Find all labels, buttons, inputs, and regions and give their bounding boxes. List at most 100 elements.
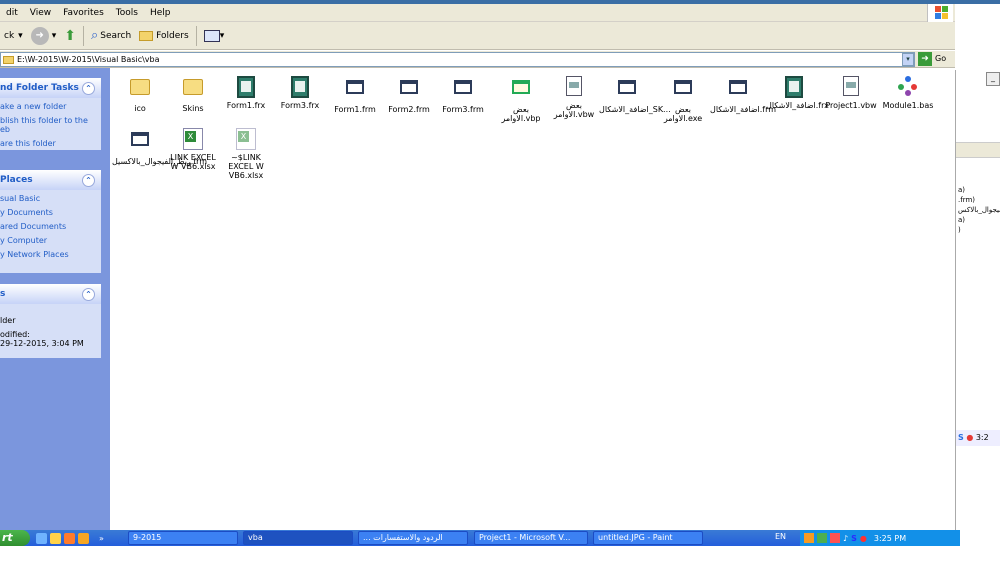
- clock-fragment: 3:2: [975, 433, 989, 442]
- file-item[interactable]: بعض الاوامر.vbp: [493, 76, 549, 123]
- search-button[interactable]: ⌕ Search: [87, 24, 135, 48]
- folder-tasks-panel: nd Folder Tasks ⌃ ake a new folder blish …: [0, 78, 101, 150]
- form-file-icon: [454, 80, 472, 94]
- details-header[interactable]: s ⌃: [0, 284, 101, 304]
- forward-button[interactable]: ➜ ▾: [27, 24, 61, 48]
- background-window-bar: [956, 142, 1000, 158]
- place-my-computer[interactable]: y Computer: [0, 236, 101, 245]
- file-item[interactable]: بعض الاوامر.vbw: [546, 76, 602, 119]
- search-label: Search: [100, 30, 132, 41]
- file-name: اضافة_الاشكال.frx: [766, 101, 829, 110]
- frx-file-icon: [237, 76, 255, 98]
- menu-tools[interactable]: Tools: [110, 8, 144, 18]
- collapse-icon[interactable]: ⌃: [82, 287, 95, 301]
- file-item[interactable]: Form1.frx: [218, 76, 274, 110]
- antivirus-icon[interactable]: ●: [860, 534, 867, 543]
- taskbar-button[interactable]: ... الردود والاستفسارات: [358, 531, 468, 545]
- folders-button[interactable]: Folders: [135, 24, 193, 48]
- screen-bottom-margin: [0, 546, 1000, 562]
- task-publish-web-cont[interactable]: eb: [0, 125, 101, 134]
- file-item[interactable]: Module1.bas: [880, 76, 936, 110]
- taskbar-button[interactable]: untitled.JPG - Paint: [593, 531, 703, 545]
- search-icon: ⌕: [90, 28, 99, 43]
- collapse-icon[interactable]: ⌃: [82, 81, 95, 95]
- code-line: .frm): [958, 196, 975, 204]
- excel-file-icon: [183, 128, 203, 150]
- file-item[interactable]: Form3.frx: [272, 76, 328, 110]
- file-item[interactable]: LINK EXCEL W VB6.xlsx: [165, 128, 221, 171]
- taskbar-button[interactable]: Project1 - Microsoft V...: [474, 531, 588, 545]
- file-item[interactable]: Form3.frm: [435, 76, 491, 114]
- more-chevron-icon[interactable]: »: [99, 534, 104, 543]
- code-line: a): [958, 186, 966, 194]
- file-name: Form2.frm: [388, 105, 430, 114]
- back-button[interactable]: ck ▾: [0, 24, 27, 48]
- volume-icon[interactable]: ♪: [843, 534, 848, 543]
- firefox-icon[interactable]: [64, 532, 75, 544]
- file-item[interactable]: اضافة_الاشكال_SK...: [599, 76, 671, 114]
- taskbar-label: ... الردود والاستفسارات: [363, 533, 443, 542]
- file-name: بعض الاوامر.vbp: [501, 105, 541, 123]
- file-name: بعض الاوامر.exe: [663, 105, 703, 123]
- task-publish-web[interactable]: blish this folder to the: [0, 116, 101, 125]
- task-pane: nd Folder Tasks ⌃ ake a new folder blish …: [0, 68, 110, 530]
- place-network-places[interactable]: y Network Places: [0, 250, 101, 259]
- desktop-icon[interactable]: [36, 532, 47, 544]
- place-shared-documents[interactable]: ared Documents: [0, 222, 101, 231]
- address-input[interactable]: E:\W-2015\W-2015\Visual Basic\vba: [0, 52, 915, 67]
- frx-file-icon: [785, 76, 803, 98]
- file-item[interactable]: اضافة_الاشكال.frx: [766, 76, 829, 110]
- code-line: a): [958, 216, 966, 224]
- clock[interactable]: 3:25 PM: [874, 534, 906, 543]
- file-item[interactable]: Form1.frm: [327, 76, 383, 114]
- minimize-button[interactable]: _: [986, 72, 1000, 86]
- collapse-icon[interactable]: ⌃: [82, 173, 95, 187]
- taskbar-button[interactable]: vba: [243, 531, 353, 545]
- menu-edit[interactable]: dit: [0, 8, 24, 18]
- folder-tasks-header[interactable]: nd Folder Tasks ⌃: [0, 78, 101, 98]
- file-item[interactable]: ico: [112, 76, 168, 113]
- panel-title: Places: [0, 175, 33, 185]
- media-icon[interactable]: [50, 532, 61, 544]
- folder-icon: [139, 30, 154, 41]
- vbw-file-icon: [843, 76, 859, 96]
- skype-icon[interactable]: S: [851, 534, 857, 543]
- file-name: Form1.frm: [334, 105, 376, 114]
- file-item[interactable]: بعض الاوامر.exe: [655, 76, 711, 123]
- task-new-folder[interactable]: ake a new folder: [0, 102, 101, 111]
- language-indicator[interactable]: EN: [775, 532, 786, 541]
- vbw-file-icon: [566, 76, 582, 96]
- go-arrow-icon[interactable]: ➜: [918, 52, 932, 66]
- place-my-documents[interactable]: y Documents: [0, 208, 101, 217]
- alert-icon[interactable]: [830, 533, 840, 543]
- place-visual-basic[interactable]: sual Basic: [0, 194, 101, 203]
- tray-app-icon[interactable]: [804, 533, 814, 543]
- toolbar: ck ▾ ➜ ▾ ⬆ ⌕ Search Folders ▾: [0, 22, 955, 50]
- code-line: ربط_الفيجوال_بالاكس: [958, 206, 1000, 214]
- file-item[interactable]: Project1.vbw: [823, 76, 879, 110]
- file-item[interactable]: اضافة_الاشكال.frm: [710, 76, 776, 114]
- network-icon[interactable]: [817, 533, 827, 543]
- office-icon[interactable]: [78, 532, 89, 544]
- vb-project-icon: [512, 80, 530, 94]
- file-name: بعض الاوامر.vbw: [553, 101, 595, 119]
- taskbar-button[interactable]: 9-2015: [128, 531, 238, 545]
- start-button[interactable]: rt: [0, 530, 30, 546]
- menu-favorites[interactable]: Favorites: [57, 8, 110, 18]
- address-dropdown-button[interactable]: ▾: [902, 53, 914, 66]
- file-item[interactable]: Skins: [165, 76, 221, 113]
- other-places-header[interactable]: Places ⌃: [0, 170, 101, 190]
- file-item[interactable]: ربط_الفيجوال_بالاكسيل.frm: [112, 128, 207, 166]
- task-share-folder[interactable]: are this folder: [0, 139, 101, 148]
- file-item[interactable]: Form2.frm: [381, 76, 437, 114]
- up-folder-button[interactable]: ⬆: [60, 24, 80, 48]
- go-button-label[interactable]: Go: [935, 54, 946, 63]
- menu-help[interactable]: Help: [144, 8, 177, 18]
- views-button[interactable]: ▾: [200, 24, 229, 48]
- file-item[interactable]: ~$LINK EXCEL W VB6.xlsx: [218, 128, 274, 180]
- code-line: ): [958, 226, 961, 234]
- windows-logo-icon: [927, 4, 953, 22]
- menu-view[interactable]: View: [24, 8, 57, 18]
- background-clock: S ● 3:2: [956, 430, 1000, 446]
- other-places-panel: Places ⌃ sual Basic y Documents ared Docu…: [0, 170, 101, 273]
